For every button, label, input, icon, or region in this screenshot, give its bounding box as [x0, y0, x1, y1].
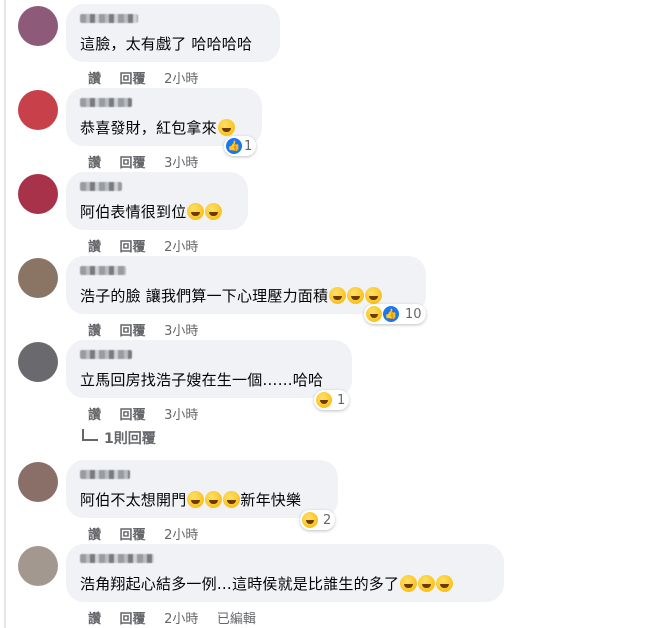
grin-emoji-icon: [217, 119, 235, 136]
timestamp[interactable]: 2小時: [164, 612, 198, 627]
comment-3: 阿伯表情很到位 讚 回覆 2小時: [0, 172, 654, 256]
like-icon: 👍: [226, 138, 242, 154]
comment-4: 浩子的臉 讓我們算一下心理壓力面積 👍 10 讚 回覆 3小時: [0, 256, 654, 340]
reaction-summary[interactable]: 👍 10: [364, 304, 426, 324]
rofl-emoji-icon: [400, 575, 418, 592]
rofl-emoji-icon: [329, 287, 347, 304]
timestamp[interactable]: 2小時: [164, 72, 198, 87]
reaction-summary[interactable]: 1: [314, 390, 350, 410]
reaction-summary[interactable]: 👍 1: [224, 136, 257, 156]
comment-text-part1: 阿伯不太想開門: [80, 491, 187, 509]
timestamp[interactable]: 3小時: [164, 408, 198, 423]
author-name-blurred[interactable]: [80, 350, 132, 359]
grin-emoji-icon: [223, 491, 241, 508]
reaction-count: 1: [244, 138, 253, 154]
avatar[interactable]: [18, 546, 58, 586]
comment-text: 恭喜發財，紅包拿來: [80, 119, 217, 137]
author-name-blurred[interactable]: [80, 182, 122, 191]
comment-actions: 讚 回覆 2小時: [88, 524, 212, 543]
reply-button[interactable]: 回覆: [120, 240, 146, 255]
haha-icon: [302, 512, 318, 528]
grin-emoji-icon: [205, 491, 223, 508]
author-name-blurred[interactable]: [80, 14, 138, 23]
reply-arrow-icon: [82, 429, 98, 441]
rofl-emoji-icon: [365, 287, 383, 304]
comment-2: 恭喜發財，紅包拿來 👍 1 讚 回覆 3小時: [0, 88, 654, 172]
avatar[interactable]: [18, 174, 58, 214]
like-button[interactable]: 讚: [88, 240, 101, 255]
avatar[interactable]: [18, 258, 58, 298]
reaction-count: 1: [337, 392, 346, 408]
avatar[interactable]: [18, 342, 58, 382]
comment-text: 浩角翔起心結多一例…這時侯就是比誰生的多了: [80, 575, 400, 593]
like-button[interactable]: 讚: [88, 324, 101, 339]
comment-actions: 讚 回覆 2小時: [88, 236, 212, 255]
comment-actions: 讚 回覆 3小時: [88, 152, 212, 171]
edited-label[interactable]: 已編輯: [217, 612, 256, 627]
comment-text: 這臉，太有戲了 哈哈哈哈: [80, 35, 253, 53]
haha-icon: [366, 306, 382, 322]
reply-button[interactable]: 回覆: [120, 612, 146, 627]
grin-emoji-icon: [187, 491, 205, 508]
author-name-blurred[interactable]: [80, 266, 126, 275]
rofl-emoji-icon: [187, 203, 205, 220]
reply-button[interactable]: 回覆: [120, 72, 146, 87]
like-button[interactable]: 讚: [88, 156, 101, 171]
rofl-emoji-icon: [436, 575, 454, 592]
timestamp[interactable]: 2小時: [164, 240, 198, 255]
avatar[interactable]: [18, 90, 58, 130]
view-replies-label: 1則回覆: [104, 431, 156, 447]
like-icon: 👍: [383, 306, 399, 322]
view-replies-link[interactable]: 1則回覆: [82, 428, 156, 448]
comment-text: 浩子的臉 讓我們算一下心理壓力面積: [80, 287, 329, 305]
reaction-count: 2: [323, 512, 332, 528]
reply-button[interactable]: 回覆: [120, 408, 146, 423]
comment-text-wrap: 浩子的臉 讓我們算一下心理壓力面積: [80, 285, 383, 306]
author-name-blurred[interactable]: [80, 554, 154, 563]
comment-1: 這臉，太有戲了 哈哈哈哈 讚 回覆 2小時: [0, 4, 654, 88]
comment-actions: 讚 回覆 2小時: [88, 68, 212, 87]
comment-text-wrap: 恭喜發財，紅包拿來: [80, 117, 235, 138]
rofl-emoji-icon: [418, 575, 436, 592]
comment-bubble: 阿伯不太想開門 新年快樂: [66, 460, 338, 518]
comment-6: 阿伯不太想開門 新年快樂 2 讚 回覆 2小時: [0, 460, 654, 544]
comment-text-wrap: 阿伯表情很到位: [80, 201, 223, 222]
reply-button[interactable]: 回覆: [120, 156, 146, 171]
like-button[interactable]: 讚: [88, 612, 101, 627]
comment-bubble: 阿伯表情很到位: [66, 172, 248, 230]
comment-text: 阿伯表情很到位: [80, 203, 187, 221]
reply-button[interactable]: 回覆: [120, 528, 146, 543]
reaction-summary[interactable]: 2: [300, 510, 336, 530]
comment-text-part2: 新年快樂: [240, 491, 302, 509]
timestamp[interactable]: 3小時: [164, 324, 198, 339]
like-button[interactable]: 讚: [88, 528, 101, 543]
rofl-emoji-icon: [205, 203, 223, 220]
timestamp[interactable]: 3小時: [164, 156, 198, 171]
comment-7: 浩角翔起心結多一例…這時侯就是比誰生的多了 讚 回覆 2小時 已編輯: [0, 544, 654, 628]
haha-icon: [316, 392, 332, 408]
comment-text-wrap: 阿伯不太想開門 新年快樂: [80, 489, 301, 510]
comment-actions: 讚 回覆 3小時: [88, 320, 212, 339]
avatar[interactable]: [18, 462, 58, 502]
reply-button[interactable]: 回覆: [120, 324, 146, 339]
like-button[interactable]: 讚: [88, 72, 101, 87]
timestamp[interactable]: 2小時: [164, 528, 198, 543]
comment-bubble: 浩角翔起心結多一例…這時侯就是比誰生的多了: [66, 544, 504, 602]
comment-5: 立馬回房找浩子嫂在生一個……哈哈 1 讚 回覆 3小時: [0, 340, 654, 424]
reaction-count: 10: [405, 306, 422, 322]
comment-actions: 讚 回覆 2小時 已編輯: [88, 608, 270, 627]
rofl-emoji-icon: [347, 287, 365, 304]
comment-bubble: 這臉，太有戲了 哈哈哈哈: [66, 4, 280, 62]
comment-bubble: 立馬回房找浩子嫂在生一個……哈哈: [66, 340, 352, 398]
like-button[interactable]: 讚: [88, 408, 101, 423]
avatar[interactable]: [18, 6, 58, 46]
comment-actions: 讚 回覆 3小時: [88, 404, 212, 423]
author-name-blurred[interactable]: [80, 98, 132, 107]
author-name-blurred[interactable]: [80, 470, 130, 479]
comment-text: 立馬回房找浩子嫂在生一個……哈哈: [80, 371, 324, 389]
comment-text-wrap: 浩角翔起心結多一例…這時侯就是比誰生的多了: [80, 573, 454, 594]
